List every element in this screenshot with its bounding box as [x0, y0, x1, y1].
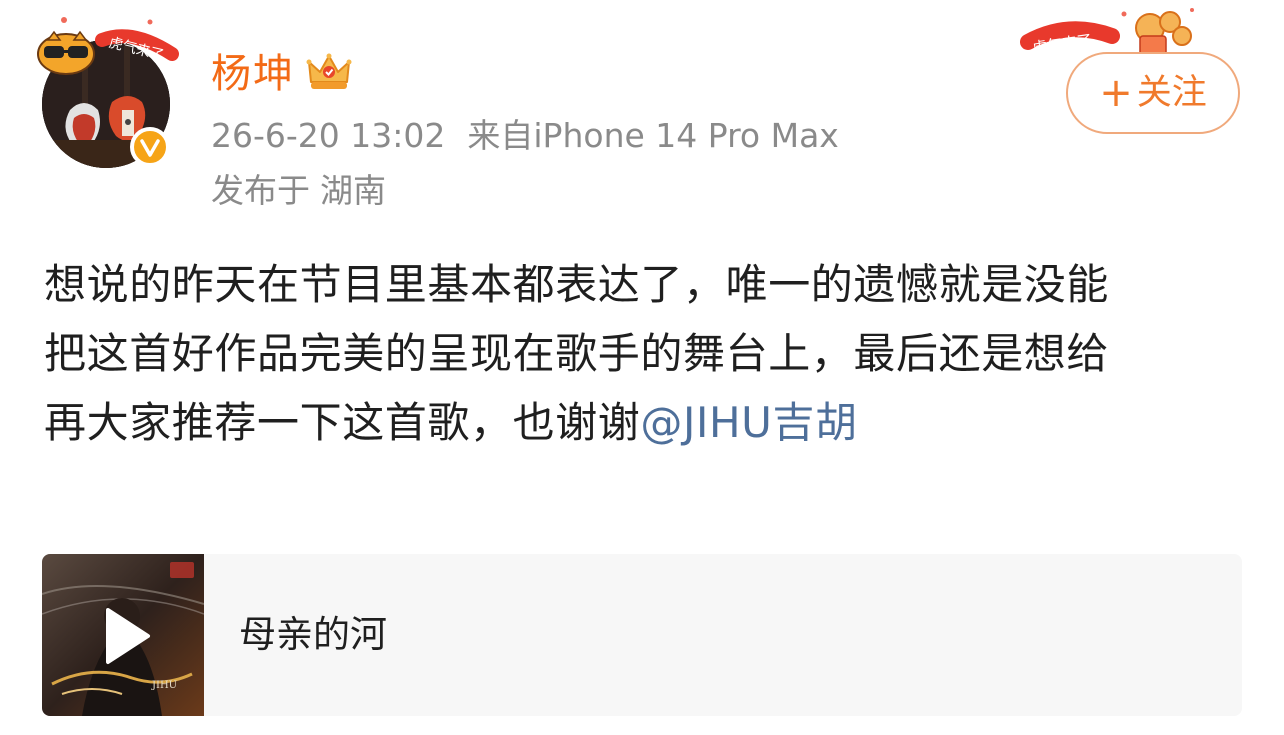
svg-text:JIHU: JIHU — [151, 680, 177, 691]
location-name[interactable]: 湖南 — [320, 171, 386, 210]
plus-icon: + — [1099, 70, 1133, 116]
post-text-line-3: 再大家推荐一下这首歌，也谢谢@JIHU吉胡 — [44, 388, 1244, 457]
post-content: 想说的昨天在节目里基本都表达了，唯一的遗憾就是没能 把这首好作品完美的呈现在歌手… — [44, 250, 1244, 457]
vip-crown-icon[interactable] — [305, 50, 353, 94]
avatar-pendant-decoration: 虎气来了 — [37, 17, 179, 75]
album-cover[interactable]: JIHU — [42, 554, 204, 716]
post-text-line-2: 把这首好作品完美的呈现在歌手的舞台上，最后还是想给 — [44, 329, 1110, 378]
song-title[interactable]: 母亲的河 — [239, 612, 387, 658]
post-text-line-3-text: 再大家推荐一下这首歌，也谢谢 — [44, 398, 641, 447]
post-source: 来自iPhone 14 Pro Max — [467, 116, 839, 155]
verified-icon — [130, 127, 170, 167]
music-card[interactable]: JIHU 母亲的河 — [42, 554, 1242, 716]
author-avatar-area[interactable]: 虎气来了 — [30, 10, 180, 170]
post-timestamp[interactable]: 26-6-20 13:02 — [211, 116, 445, 155]
post-text-line-1: 想说的昨天在节目里基本都表达了，唯一的遗憾就是没能 — [44, 260, 1110, 309]
post-location: 发布于 湖南 — [211, 168, 386, 214]
location-prefix: 发布于 — [211, 171, 310, 210]
follow-label: 关注 — [1136, 73, 1207, 113]
post-meta: 26-6-20 13:02 来自iPhone 14 Pro Max — [211, 113, 839, 159]
mention-link[interactable]: @JIHU吉胡 — [640, 398, 857, 447]
follow-button[interactable]: + 关注 — [1066, 52, 1240, 134]
author-name[interactable]: 杨坤 — [211, 50, 295, 98]
play-icon[interactable] — [92, 604, 156, 668]
